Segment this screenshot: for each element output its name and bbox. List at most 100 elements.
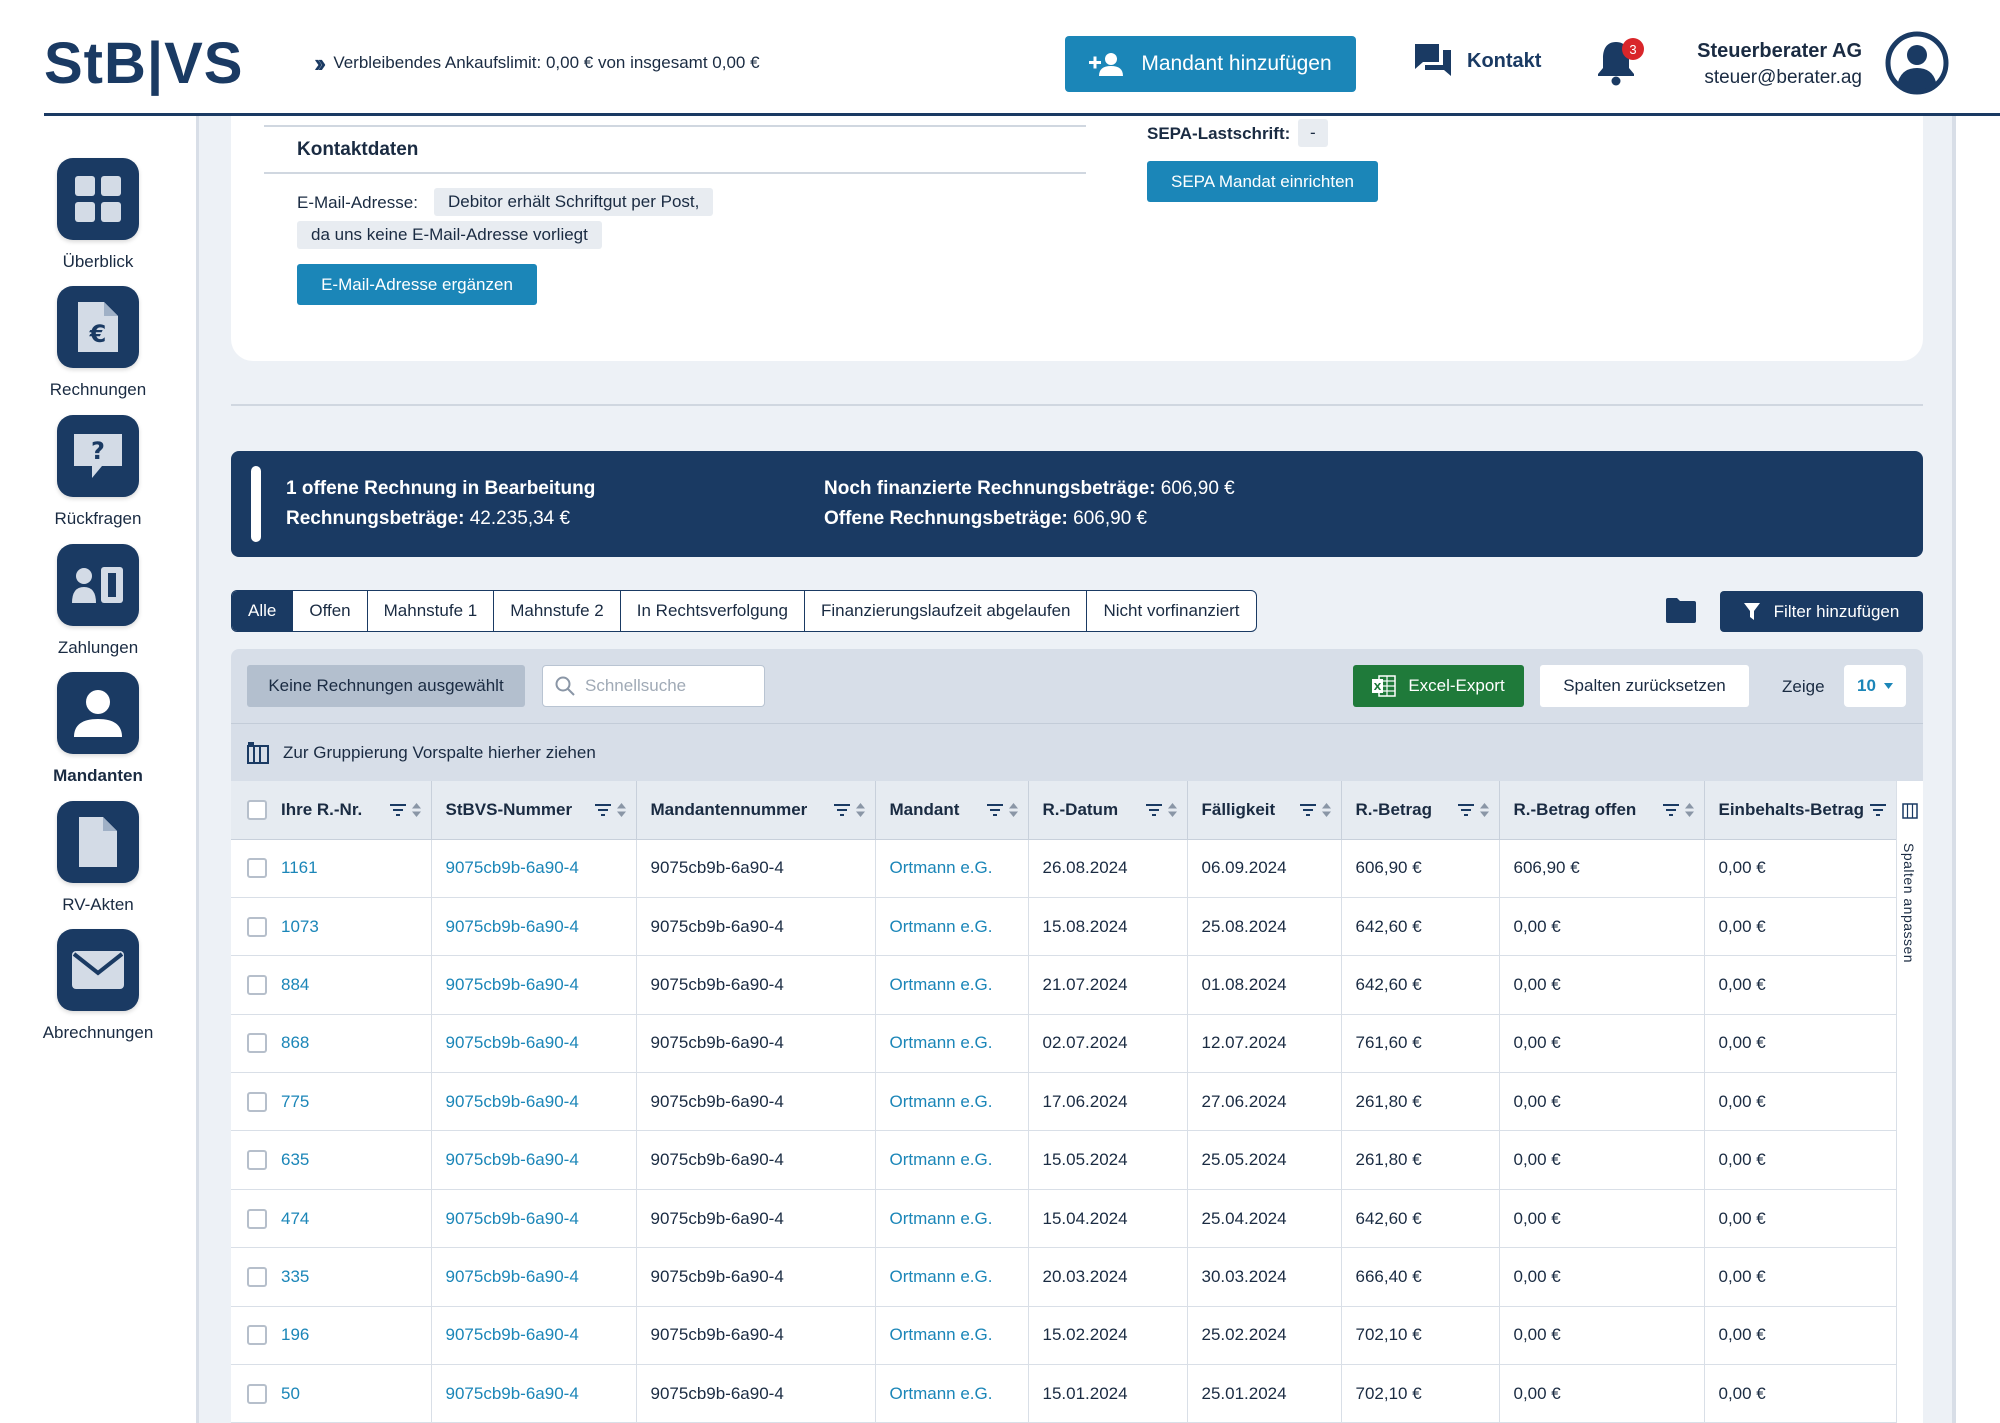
sidebar-item-rv-files[interactable]: RV-Akten — [0, 801, 196, 915]
column-header[interactable]: Fälligkeit — [1187, 781, 1342, 840]
table-row[interactable]: 50 9075cb9b-6a90-4 9075cb9b-6a90-4 Ortmann … — [231, 1364, 1896, 1423]
table-cell[interactable]: 196 — [231, 1306, 432, 1366]
tab-open[interactable]: Offen — [293, 591, 368, 631]
grouping-drop-zone[interactable]: Zur Gruppierung Vorspalte hierher ziehen — [231, 723, 1923, 781]
table-row[interactable]: 196 9075cb9b-6a90-4 9075cb9b-6a90-4 Ortmann… — [231, 1306, 1896, 1366]
table-cell[interactable]: 50 — [231, 1364, 432, 1423]
column-header[interactable]: R.-Betrag — [1341, 781, 1500, 840]
sidebar-item-overview[interactable]: Überblick — [0, 158, 196, 272]
invoice-number-link[interactable]: 196 — [281, 1325, 309, 1345]
row-checkbox[interactable] — [247, 916, 267, 937]
column-header[interactable]: Mandant — [875, 781, 1029, 840]
table-cell[interactable]: Ortmann e.G. — [875, 1130, 1029, 1190]
table-cell[interactable]: Ortmann e.G. — [875, 897, 1029, 957]
sepa-mandate-button[interactable]: SEPA Mandat einrichten — [1147, 161, 1378, 202]
table-row[interactable]: 474 9075cb9b-6a90-4 9075cb9b-6a90-4 Ortmann… — [231, 1189, 1896, 1249]
invoice-number-link[interactable]: 474 — [281, 1209, 309, 1229]
double-chevron-right-icon[interactable]: ›› — [314, 50, 327, 76]
table-cell[interactable]: 9075cb9b-6a90-4 — [431, 1189, 637, 1249]
table-cell[interactable]: Ortmann e.G. — [875, 1364, 1029, 1423]
invoice-number-link[interactable]: 1161 — [281, 858, 318, 878]
column-filter-icon[interactable] — [1145, 803, 1162, 816]
tab-legal-action[interactable]: In Rechtsverfolgung — [621, 591, 805, 631]
add-filter-button[interactable]: Filter hinzufügen — [1720, 591, 1923, 632]
table-cell[interactable]: Ortmann e.G. — [875, 1306, 1029, 1366]
no-selection-button[interactable]: Keine Rechnungen ausgewählt — [247, 665, 525, 707]
user-avatar-icon[interactable] — [1885, 31, 1949, 95]
table-cell[interactable]: 9075cb9b-6a90-4 — [431, 1072, 637, 1132]
sort-icon[interactable] — [1479, 802, 1489, 817]
sidebar-item-clients[interactable]: Mandanten — [0, 672, 196, 786]
user-info[interactable]: Steuerberater AG steuer@berater.ag — [1660, 40, 1862, 89]
column-header[interactable]: Einbehalts-Betrag — [1704, 781, 1896, 840]
invoice-number-link[interactable]: 635 — [281, 1150, 309, 1170]
table-cell[interactable]: 635 — [231, 1130, 432, 1190]
tab-dunning-1[interactable]: Mahnstufe 1 — [368, 591, 495, 631]
row-checkbox[interactable] — [247, 1266, 267, 1287]
page-size-select[interactable]: 10 — [1844, 665, 1906, 707]
contact-link[interactable]: Kontakt — [1413, 42, 1541, 80]
invoice-number-link[interactable]: 50 — [281, 1384, 300, 1404]
table-row[interactable]: 884 9075cb9b-6a90-4 9075cb9b-6a90-4 Ortmann… — [231, 955, 1896, 1015]
tab-financing-expired[interactable]: Finanzierungslaufzeit abgelaufen — [805, 591, 1088, 631]
table-row[interactable]: 1073 9075cb9b-6a90-4 9075cb9b-6a90-4 Ortman… — [231, 897, 1896, 957]
table-row[interactable]: 775 9075cb9b-6a90-4 9075cb9b-6a90-4 Ortmann… — [231, 1072, 1896, 1132]
sidebar-item-queries[interactable]: ? Rückfragen — [0, 415, 196, 529]
invoice-number-link[interactable]: 335 — [281, 1267, 309, 1287]
column-header[interactable]: Ihre R.-Nr. — [231, 781, 432, 840]
table-cell[interactable]: Ortmann e.G. — [875, 1189, 1029, 1249]
sidebar-item-payments[interactable]: Zahlungen — [0, 544, 196, 658]
sort-icon[interactable] — [1008, 802, 1018, 817]
tab-not-prefinanced[interactable]: Nicht vorfinanziert — [1087, 591, 1255, 631]
row-checkbox[interactable] — [247, 1325, 267, 1346]
table-cell[interactable]: 9075cb9b-6a90-4 — [431, 1247, 637, 1307]
row-checkbox[interactable] — [247, 974, 267, 995]
invoice-number-link[interactable]: 1073 — [281, 917, 319, 937]
row-checkbox[interactable] — [247, 1208, 267, 1229]
reset-columns-button[interactable]: Spalten zurücksetzen — [1540, 665, 1749, 707]
row-checkbox[interactable] — [247, 1033, 267, 1054]
table-cell[interactable]: 9075cb9b-6a90-4 — [431, 955, 637, 1015]
sort-icon[interactable] — [616, 802, 626, 817]
row-checkbox[interactable] — [247, 1383, 267, 1404]
sort-icon[interactable] — [411, 802, 421, 817]
add-client-button[interactable]: Mandant hinzufügen — [1065, 36, 1356, 92]
table-cell[interactable]: 868 — [231, 1014, 432, 1074]
table-cell[interactable]: 884 — [231, 955, 432, 1015]
sort-icon[interactable] — [855, 802, 865, 817]
table-cell[interactable]: 9075cb9b-6a90-4 — [431, 1364, 637, 1423]
sort-icon[interactable] — [1321, 802, 1331, 817]
table-cell[interactable]: 9075cb9b-6a90-4 — [431, 897, 637, 957]
app-logo[interactable]: StB|VS — [44, 30, 243, 97]
excel-export-button[interactable]: X Excel-Export — [1353, 665, 1524, 707]
row-checkbox[interactable] — [247, 1091, 267, 1112]
table-cell[interactable]: 9075cb9b-6a90-4 — [431, 1014, 637, 1074]
column-header[interactable]: R.-Datum — [1028, 781, 1188, 840]
invoice-number-link[interactable]: 868 — [281, 1033, 309, 1053]
table-cell[interactable]: Ortmann e.G. — [875, 1247, 1029, 1307]
table-row[interactable]: 635 9075cb9b-6a90-4 9075cb9b-6a90-4 Ortmann… — [231, 1130, 1896, 1190]
invoice-number-link[interactable]: 775 — [281, 1092, 309, 1112]
column-filter-icon[interactable] — [1870, 803, 1886, 816]
sort-icon[interactable] — [1167, 802, 1177, 817]
notifications-button[interactable]: 3 — [1594, 38, 1644, 88]
tab-dunning-2[interactable]: Mahnstufe 2 — [494, 591, 621, 631]
column-filter-icon[interactable] — [1662, 803, 1679, 816]
table-cell[interactable]: 9075cb9b-6a90-4 — [431, 839, 637, 898]
column-filter-icon[interactable] — [1457, 803, 1474, 816]
table-cell[interactable]: Ortmann e.G. — [875, 955, 1029, 1015]
row-checkbox[interactable] — [247, 1150, 267, 1171]
table-cell[interactable]: 9075cb9b-6a90-4 — [431, 1130, 637, 1190]
sidebar-item-invoices[interactable]: € Rechnungen — [0, 286, 196, 400]
column-header[interactable]: StBVS-Nummer — [431, 781, 637, 840]
table-row[interactable]: 1161 9075cb9b-6a90-4 9075cb9b-6a90-4 Ortman… — [231, 839, 1896, 898]
add-email-button[interactable]: E-Mail-Adresse ergänzen — [297, 264, 537, 305]
table-cell[interactable]: Ortmann e.G. — [875, 839, 1029, 898]
tab-all[interactable]: Alle — [232, 591, 294, 631]
table-cell[interactable]: 1161 — [231, 839, 432, 898]
column-header[interactable]: R.-Betrag offen — [1499, 781, 1705, 840]
column-filter-icon[interactable] — [389, 803, 406, 816]
column-header[interactable]: Mandantennummer — [636, 781, 876, 840]
row-checkbox[interactable] — [247, 858, 267, 879]
table-cell[interactable]: 474 — [231, 1189, 432, 1249]
